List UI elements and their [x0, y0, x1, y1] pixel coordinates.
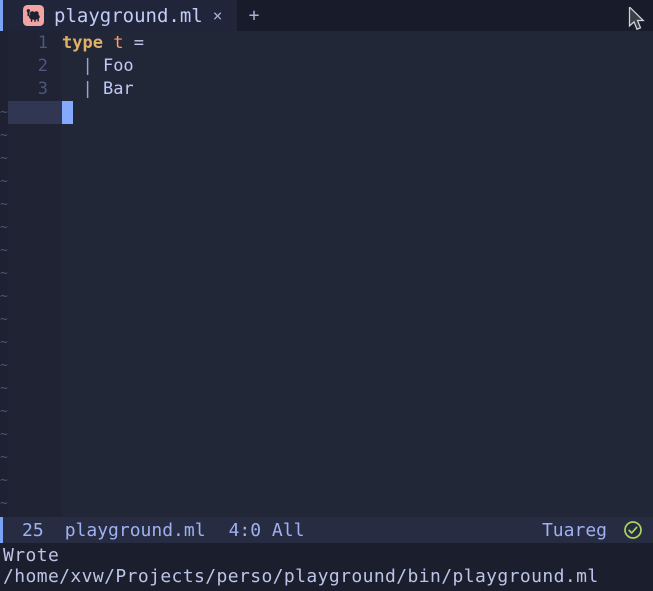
tab-label: playground.ml: [54, 4, 203, 27]
emacs-window: playground.ml × + ~ ~ ~ ~ ~ ~ ~ ~ ~ ~ ~ ~ ~ ~ ~ ~ ~ ~ 1 2 3…: [0, 0, 653, 591]
new-tab-button[interactable]: +: [237, 0, 271, 31]
line-number: 3: [37, 79, 48, 99]
modeline-major-mode: Tuareg: [541, 519, 607, 541]
modeline-accent: [0, 517, 3, 543]
modeline-cursor-position: 4:0 All: [228, 519, 305, 541]
tab-bar: playground.ml × +: [0, 0, 653, 31]
echo-message-path: /home/xvw/Projects/perso/playground/bin/…: [3, 566, 599, 587]
text-cursor: [62, 101, 73, 124]
echo-message: Wrote: [3, 545, 60, 566]
fringe: ~ ~ ~ ~ ~ ~ ~ ~ ~ ~ ~ ~ ~ ~ ~ ~ ~ ~: [0, 31, 8, 517]
code-line: | Bar: [62, 79, 134, 99]
modeline: 25 playground.ml 4:0 All Tuareg: [0, 517, 653, 543]
echo-area[interactable]: Wrote /home/xvw/Projects/perso/playgroun…: [0, 543, 653, 591]
modeline-buffer-name: playground.ml: [64, 519, 206, 541]
code-line: type t =: [62, 33, 155, 53]
tab-playground-ml[interactable]: playground.ml ×: [3, 0, 237, 31]
line-number: 2: [37, 56, 48, 76]
check-circle-icon: [623, 520, 643, 540]
code-line: | Foo: [62, 56, 134, 76]
modeline-left-value: 25: [22, 519, 44, 541]
line-number: 1: [37, 33, 48, 53]
editor-buffer[interactable]: ~ ~ ~ ~ ~ ~ ~ ~ ~ ~ ~ ~ ~ ~ ~ ~ ~ ~ 1 2 3 type t = | Foo | …: [0, 31, 653, 517]
current-line-gutter-highlight: [8, 101, 62, 124]
ocaml-camel-icon: [23, 5, 44, 26]
tab-bar-accent: [0, 0, 3, 31]
tab-close-icon[interactable]: ×: [213, 6, 223, 25]
